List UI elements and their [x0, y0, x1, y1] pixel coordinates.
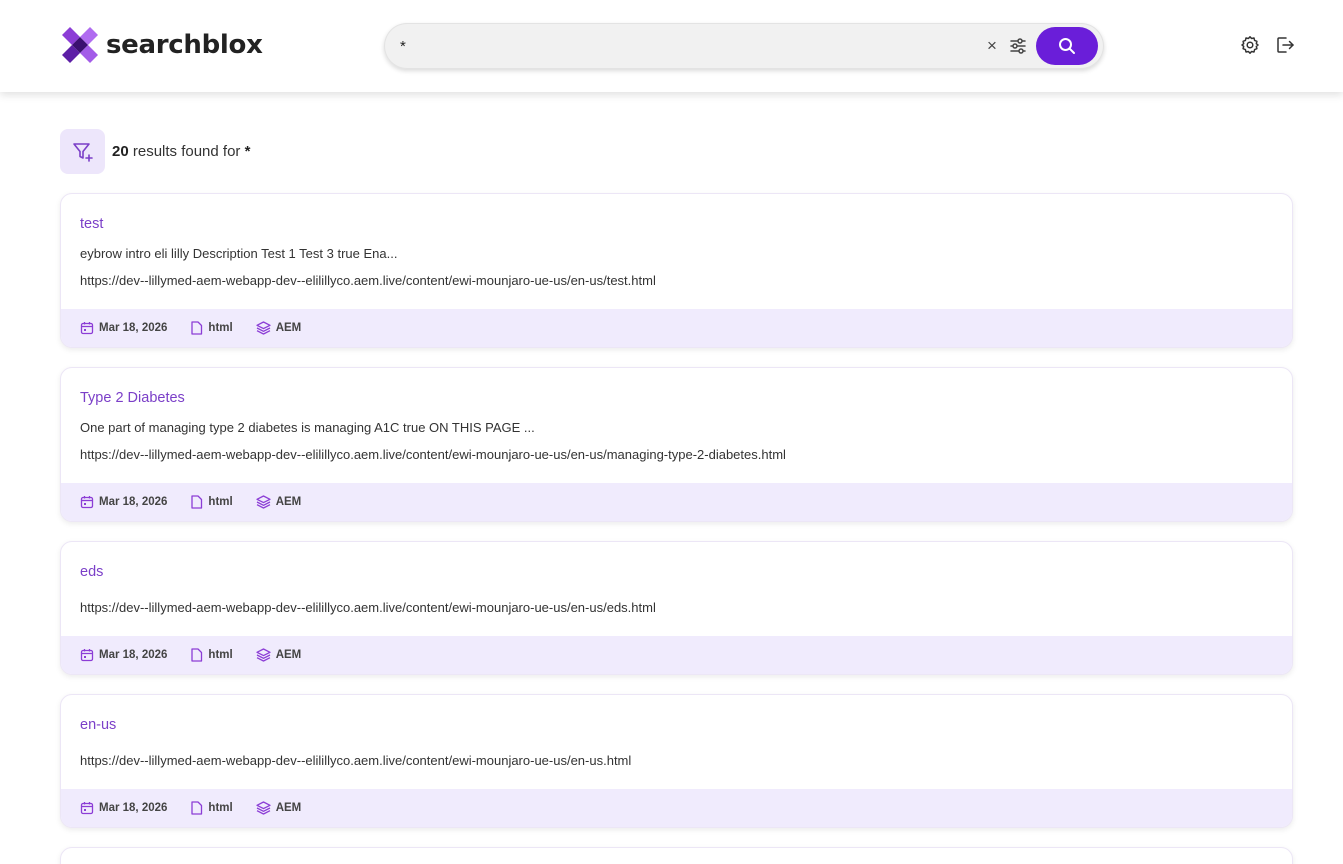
result-card-partial — [60, 847, 1293, 864]
layers-icon — [256, 321, 271, 335]
result-source-text: AEM — [275, 496, 302, 508]
result-date-text: Mar 18, 2026 — [99, 322, 168, 334]
result-meta: Mar 18, 2026 html AEM — [61, 483, 1292, 521]
result-meta: Mar 18, 2026 html AEM — [61, 309, 1292, 347]
brand-name: searchblox — [106, 30, 263, 60]
result-date-text: Mar 18, 2026 — [99, 649, 168, 661]
result-date-text: Mar 18, 2026 — [99, 802, 168, 814]
brand-logo[interactable]: searchblox — [60, 25, 263, 65]
result-card: Type 2 Diabetes One part of managing typ… — [60, 367, 1293, 522]
result-type-text: html — [208, 496, 233, 508]
results-summary: 20 results found for * — [112, 143, 250, 160]
result-type: html — [190, 648, 233, 662]
result-description: eybrow intro eli lilly Description Test … — [80, 246, 398, 261]
calendar-icon — [80, 496, 94, 509]
result-date: Mar 18, 2026 — [80, 321, 167, 335]
result-title[interactable]: test — [80, 216, 103, 232]
result-date-text: Mar 18, 2026 — [99, 496, 168, 508]
filter-settings-icon[interactable] — [1008, 36, 1028, 56]
result-source: AEM — [256, 495, 302, 509]
search-input[interactable] — [400, 33, 960, 59]
result-source: AEM — [256, 801, 302, 815]
calendar-icon — [80, 802, 94, 815]
result-description: One part of managing type 2 diabetes is … — [80, 420, 535, 435]
result-date: Mar 18, 2026 — [80, 495, 167, 509]
result-type-text: html — [208, 322, 233, 334]
result-source-text: AEM — [275, 649, 302, 661]
result-date: Mar 18, 2026 — [80, 648, 167, 662]
calendar-icon — [80, 322, 94, 335]
result-title[interactable]: eds — [80, 564, 103, 580]
result-type: html — [190, 801, 233, 815]
layers-icon — [256, 495, 271, 509]
result-meta: Mar 18, 2026 html AEM — [61, 789, 1292, 827]
calendar-icon — [80, 649, 94, 662]
result-source: AEM — [256, 321, 302, 335]
result-url[interactable]: https://dev--lillymed-aem-webapp-dev--el… — [80, 753, 631, 768]
search-bar: × — [384, 23, 1104, 69]
result-type: html — [190, 321, 233, 335]
logout-icon[interactable] — [1275, 35, 1295, 55]
result-source: AEM — [256, 648, 302, 662]
results-summary-text: results found for — [128, 143, 245, 160]
result-card: test eybrow intro eli lilly Description … — [60, 193, 1293, 348]
header: searchblox × — [0, 0, 1343, 92]
result-url[interactable]: https://dev--lillymed-aem-webapp-dev--el… — [80, 600, 656, 615]
searchblox-logo-icon — [62, 27, 98, 63]
file-icon — [191, 321, 203, 335]
file-icon — [191, 648, 203, 662]
file-icon — [191, 801, 203, 815]
filter-toggle-button[interactable] — [60, 129, 105, 174]
layers-icon — [256, 801, 271, 815]
search-icon — [1059, 38, 1075, 54]
result-meta: Mar 18, 2026 html AEM — [61, 636, 1292, 674]
file-icon — [191, 495, 203, 509]
result-url[interactable]: https://dev--lillymed-aem-webapp-dev--el… — [80, 273, 656, 288]
filter-icon — [72, 142, 93, 162]
result-card: eds https://dev--lillymed-aem-webapp-dev… — [60, 541, 1293, 675]
settings-icon[interactable] — [1240, 35, 1260, 55]
results-count: 20 — [112, 143, 129, 160]
results-query: * — [244, 143, 251, 160]
clear-icon[interactable]: × — [984, 37, 1000, 55]
layers-icon — [256, 648, 271, 662]
result-type: html — [190, 495, 233, 509]
result-type-text: html — [208, 649, 233, 661]
result-source-text: AEM — [275, 802, 302, 814]
search-button[interactable] — [1036, 27, 1098, 65]
result-title[interactable]: Type 2 Diabetes — [80, 390, 185, 406]
result-title[interactable]: en-us — [80, 717, 116, 733]
result-source-text: AEM — [275, 322, 302, 334]
result-url[interactable]: https://dev--lillymed-aem-webapp-dev--el… — [80, 447, 786, 462]
result-date: Mar 18, 2026 — [80, 801, 167, 815]
result-card: en-us https://dev--lillymed-aem-webapp-d… — [60, 694, 1293, 828]
result-type-text: html — [208, 802, 233, 814]
